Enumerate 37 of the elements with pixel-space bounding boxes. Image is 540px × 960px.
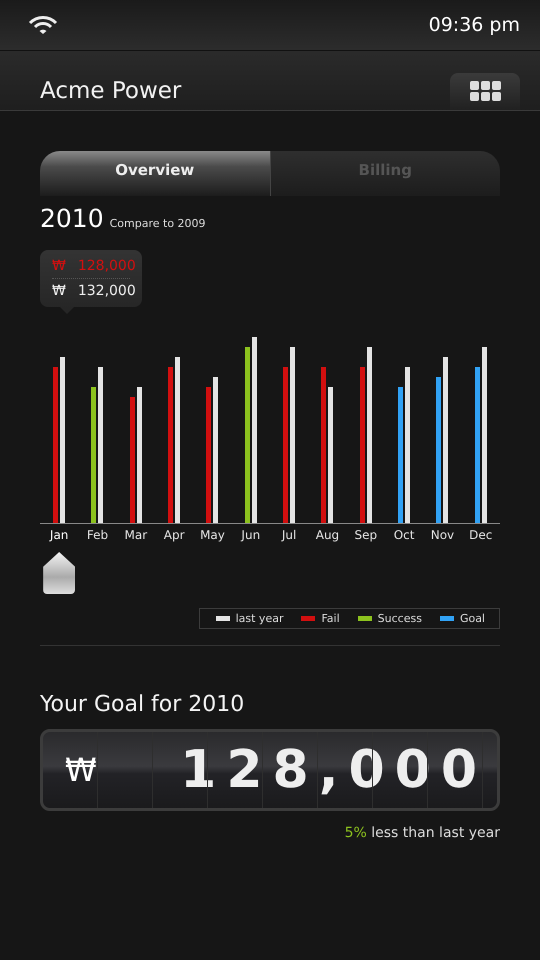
month-label[interactable]: Jul	[282, 528, 296, 546]
goal-amount: 128,000	[179, 740, 487, 800]
tooltip-amount: 132,000	[78, 283, 136, 299]
month-label[interactable]: Mar	[124, 528, 148, 546]
tab[interactable]: Overview	[40, 151, 270, 196]
chart-subtitle: Compare to 2009	[110, 217, 206, 230]
legend-label: last year	[236, 612, 284, 625]
month-label[interactable]: Nov	[430, 528, 454, 546]
grid-icon	[470, 81, 500, 102]
month-label[interactable]: Aug	[316, 528, 340, 546]
month-label[interactable]: Jan	[50, 528, 68, 546]
currency-symbol: ₩	[65, 751, 98, 789]
month-label[interactable]: Sep	[354, 528, 378, 546]
goal-title: Your Goal for 2010	[40, 692, 246, 717]
chart-year: 2010	[40, 204, 104, 233]
month-label[interactable]: Apr	[164, 528, 185, 546]
month-label[interactable]: Jun	[241, 528, 260, 546]
month-label[interactable]: May	[200, 528, 225, 546]
legend-label: Fail	[321, 612, 340, 625]
legend-swatch	[216, 616, 230, 621]
status-time: 09:36 pm	[428, 14, 520, 36]
legend-label: Success	[378, 612, 422, 625]
legend-swatch	[301, 616, 316, 621]
menu-button[interactable]	[450, 73, 520, 110]
legend-swatch	[358, 616, 372, 621]
wifi-icon	[28, 15, 58, 35]
goal-note: 5% less than last year	[344, 825, 500, 841]
legend-swatch	[440, 616, 454, 621]
legend-label: Goal	[460, 612, 485, 625]
month-selector-handle[interactable]	[43, 552, 76, 594]
currency-symbol: ₩	[52, 258, 66, 274]
month-label[interactable]: Oct	[394, 528, 414, 546]
currency-symbol: ₩	[52, 283, 66, 299]
app-title: Acme Power	[40, 78, 182, 106]
tooltip-amount: 128,000	[78, 258, 136, 274]
month-label[interactable]: Dec	[469, 528, 492, 546]
month-label[interactable]: Feb	[86, 528, 108, 546]
